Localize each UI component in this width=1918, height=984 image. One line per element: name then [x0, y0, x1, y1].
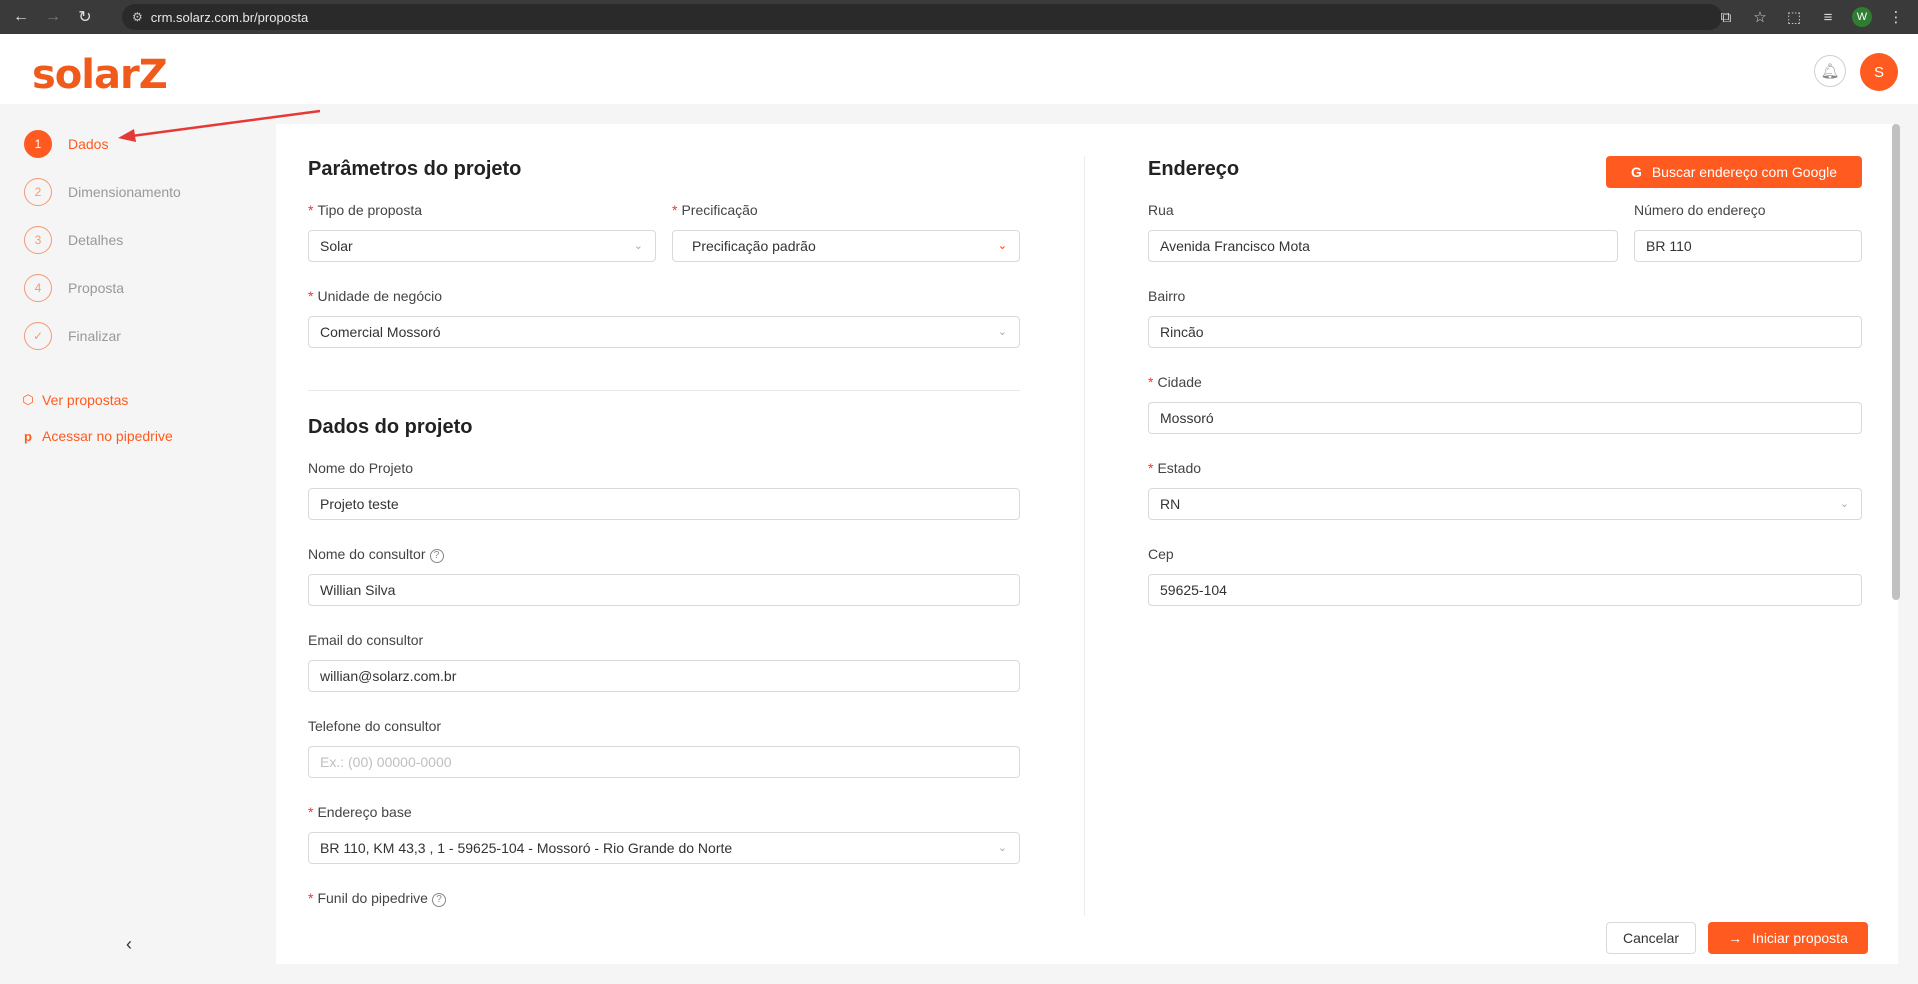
numero-input[interactable]: BR 110: [1634, 230, 1862, 262]
step-number: 4: [24, 274, 52, 302]
step-label: Dados: [68, 136, 109, 152]
step-label: Finalizar: [68, 328, 121, 344]
email-consultor-label: Email do consultor: [308, 632, 424, 648]
telefone-consultor-label: Telefone do consultor: [308, 718, 442, 734]
chevron-down-icon: ⌄: [997, 842, 1007, 854]
proposal-form-card: Parâmetros do projeto * Tipo de proposta …: [276, 124, 1898, 964]
media-controls-icon[interactable]: ≡: [1818, 9, 1838, 26]
projeto-section-title: Dados do projeto: [308, 416, 473, 438]
steps-sidebar: 1 Dados 2 Dimensionamento 3 Detalhes 4 P…: [0, 104, 276, 984]
step-label: Proposta: [68, 280, 125, 296]
step-proposta[interactable]: 4 Proposta: [24, 274, 124, 302]
tipo-proposta-select[interactable]: Solar ⌄: [308, 230, 656, 262]
box-icon: ⬡: [22, 392, 34, 407]
collapse-sidebar-icon[interactable]: ‹: [126, 934, 132, 955]
install-app-icon[interactable]: ⧉: [1716, 9, 1736, 26]
start-proposal-button[interactable]: → Iniciar proposta: [1708, 922, 1868, 954]
funil-pipedrive-label: * Funil do pipedrive?: [308, 890, 446, 907]
cep-label: Cep: [1148, 546, 1174, 562]
help-icon[interactable]: ?: [429, 549, 444, 563]
pipedrive-icon: p: [24, 428, 32, 444]
browser-toolbar: ← → ↻ ⚙ crm.solarz.com.br/proposta ⧉ ☆ ⬚…: [0, 0, 1918, 34]
unidade-negocio-label: * Unidade de negócio: [308, 288, 442, 304]
page-scrollbar[interactable]: [1892, 124, 1900, 600]
help-icon[interactable]: ?: [431, 893, 446, 907]
browser-menu-icon[interactable]: ⋮: [1886, 8, 1906, 26]
site-settings-icon[interactable]: ⚙: [132, 10, 143, 24]
cancel-button[interactable]: Cancelar: [1606, 922, 1696, 954]
rua-label: Rua: [1148, 202, 1174, 218]
cep-input[interactable]: 59625-104: [1148, 574, 1862, 606]
precificacao-label: * Precificação: [672, 202, 758, 218]
nome-consultor-label: Nome do consultor?: [308, 546, 444, 563]
ver-propostas-link[interactable]: ⬡ Ver propostas: [20, 392, 128, 408]
step-dimensionamento[interactable]: 2 Dimensionamento: [24, 178, 181, 206]
precificacao-select[interactable]: Precificação padrão ⌄: [672, 230, 1020, 262]
step-detalhes[interactable]: 3 Detalhes: [24, 226, 123, 254]
browser-profile-avatar[interactable]: W: [1852, 7, 1872, 27]
extensions-icon[interactable]: ⬚: [1784, 8, 1804, 26]
link-label: Ver propostas: [42, 392, 129, 408]
check-icon: ✓: [24, 322, 52, 350]
estado-label: * Estado: [1148, 460, 1202, 476]
solarz-logo[interactable]: solarZ: [32, 52, 168, 98]
telefone-consultor-input[interactable]: Ex.: (00) 00000-0000: [308, 746, 1020, 778]
url-text[interactable]: crm.solarz.com.br/proposta: [151, 10, 309, 25]
section-divider: [308, 390, 1020, 391]
step-number: 1: [24, 130, 52, 158]
bairro-input[interactable]: Rincão: [1148, 316, 1862, 348]
bairro-label: Bairro: [1148, 288, 1186, 304]
numero-label: Número do endereço: [1634, 202, 1766, 218]
tipo-proposta-label: * Tipo de proposta: [308, 202, 423, 218]
google-address-button[interactable]: G Buscar endereço com Google: [1606, 156, 1862, 188]
reload-icon[interactable]: ↻: [74, 6, 96, 28]
link-label: Acessar no pipedrive: [42, 428, 173, 444]
column-divider: [1084, 156, 1085, 916]
address-bar[interactable]: ⚙ crm.solarz.com.br/proposta: [122, 4, 1722, 30]
nome-projeto-input[interactable]: Projeto teste: [308, 488, 1020, 520]
chevron-down-icon: ⌄: [633, 240, 643, 252]
nome-consultor-input[interactable]: Willian Silva: [308, 574, 1020, 606]
endereco-section-title: Endereço: [1148, 158, 1240, 180]
back-icon[interactable]: ←: [10, 6, 32, 28]
nome-projeto-label: Nome do Projeto: [308, 460, 414, 476]
chevron-down-icon: ⌄: [997, 240, 1007, 252]
unidade-negocio-select[interactable]: Comercial Mossoró ⌄: [308, 316, 1020, 348]
step-number: 3: [24, 226, 52, 254]
rua-input[interactable]: Avenida Francisco Mota: [1148, 230, 1618, 262]
estado-select[interactable]: RN ⌄: [1148, 488, 1862, 520]
endereco-base-select[interactable]: BR 110, KM 43,3 , 1 - 59625-104 - Mossor…: [308, 832, 1020, 864]
arrow-right-icon: →: [1728, 930, 1743, 946]
bookmark-star-icon[interactable]: ☆: [1750, 8, 1770, 26]
notifications-bell-icon[interactable]: 🔔︎: [1814, 55, 1846, 87]
step-dados[interactable]: 1 Dados: [24, 130, 108, 158]
step-label: Detalhes: [68, 232, 124, 248]
step-label: Dimensionamento: [68, 184, 181, 200]
params-section-title: Parâmetros do projeto: [308, 158, 522, 180]
step-finalizar[interactable]: ✓ Finalizar: [24, 322, 121, 350]
acessar-pipedrive-link[interactable]: p Acessar no pipedrive: [20, 428, 173, 444]
forward-icon[interactable]: →: [42, 6, 64, 28]
google-icon: G: [1630, 164, 1642, 180]
step-number: 2: [24, 178, 52, 206]
cidade-label: * Cidade: [1148, 374, 1202, 390]
chevron-down-icon: ⌄: [1839, 498, 1849, 510]
chevron-down-icon: ⌄: [997, 326, 1007, 338]
email-consultor-input[interactable]: willian@solarz.com.br: [308, 660, 1020, 692]
user-avatar[interactable]: S: [1860, 53, 1898, 91]
app-header: solarZ 🔔︎ S: [0, 34, 1918, 104]
endereco-base-label: * Endereço base: [308, 804, 412, 820]
cidade-input[interactable]: Mossoró: [1148, 402, 1862, 434]
